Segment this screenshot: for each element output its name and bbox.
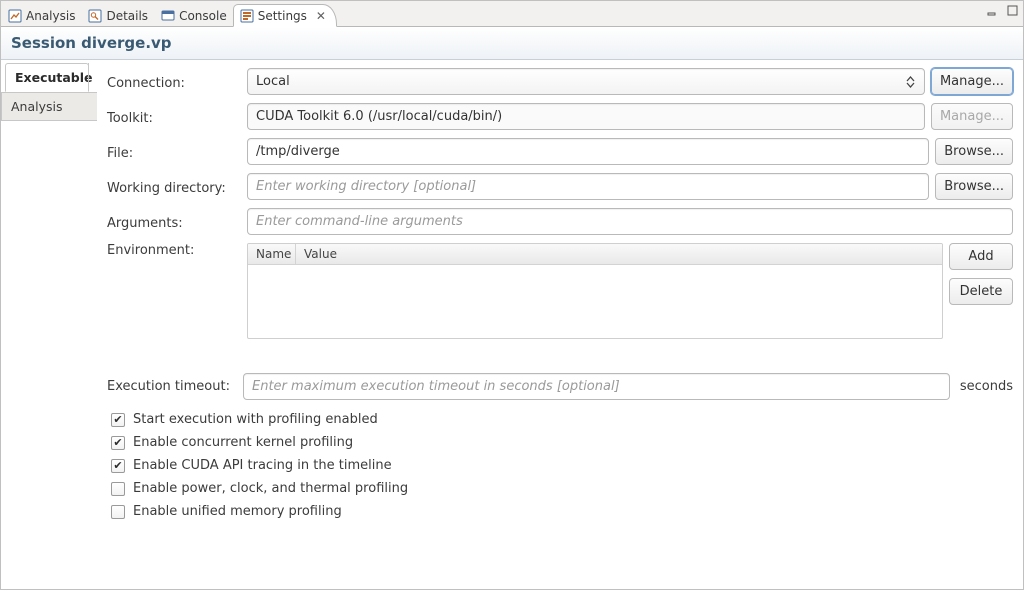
chk-label: Enable unified memory profiling [133, 504, 342, 519]
environment-table[interactable]: Name Value [247, 243, 943, 339]
label-arguments: Arguments: [107, 212, 241, 231]
executable-form: Connection: Local Manage... Toolkit: CUD… [97, 60, 1023, 589]
browse-file-button[interactable]: Browse... [935, 138, 1013, 165]
details-icon [88, 9, 102, 23]
arguments-placeholder: Enter command-line arguments [256, 214, 463, 229]
environment-table-header: Name Value [248, 244, 942, 265]
checkbox-icon [111, 413, 125, 427]
timeout-field[interactable]: Enter maximum execution timeout in secon… [243, 373, 950, 400]
checkbox-icon [111, 459, 125, 473]
timeout-unit: seconds [956, 379, 1013, 394]
sidebar: Executable Analysis [1, 60, 97, 589]
chk-unified-memory[interactable]: Enable unified memory profiling [111, 504, 1013, 519]
maximize-icon[interactable] [1005, 4, 1019, 17]
chk-power-clock-thermal[interactable]: Enable power, clock, and thermal profili… [111, 481, 1013, 496]
timeout-placeholder: Enter maximum execution timeout in secon… [252, 379, 620, 394]
tab-label: Console [179, 9, 227, 23]
env-delete-button[interactable]: Delete [949, 278, 1013, 305]
file-value: /tmp/diverge [256, 144, 340, 159]
toolkit-value: CUDA Toolkit 6.0 (/usr/local/cuda/bin/) [256, 109, 502, 124]
browse-workdir-button[interactable]: Browse... [935, 173, 1013, 200]
row-workdir: Working directory: Enter working directo… [107, 173, 1013, 200]
row-connection: Connection: Local Manage... [107, 68, 1013, 95]
tab-label: Analysis [26, 9, 75, 23]
tab-console[interactable]: Console [154, 4, 237, 26]
env-col-value[interactable]: Value [296, 244, 942, 264]
arguments-field[interactable]: Enter command-line arguments [247, 208, 1013, 235]
checkbox-icon [111, 436, 125, 450]
close-icon[interactable]: ✕ [315, 9, 327, 23]
chk-label: Enable CUDA API tracing in the timeline [133, 458, 392, 473]
label-toolkit: Toolkit: [107, 107, 241, 126]
settings-view: Analysis Details Console Settings ✕ [0, 0, 1024, 590]
manage-connection-button[interactable]: Manage... [931, 68, 1013, 95]
chk-label: Start execution with profiling enabled [133, 412, 378, 427]
settings-session-icon [240, 9, 254, 23]
row-toolkit: Toolkit: CUDA Toolkit 6.0 (/usr/local/cu… [107, 103, 1013, 130]
env-add-button[interactable]: Add [949, 243, 1013, 270]
row-environment: Environment: Name Value Add Delete [107, 243, 1013, 339]
page-title: Session diverge.vp [1, 27, 1023, 60]
spinner-icon [902, 72, 920, 92]
row-file: File: /tmp/diverge Browse... [107, 138, 1013, 165]
sidebar-item-executable[interactable]: Executable [5, 63, 89, 92]
tab-details[interactable]: Details [81, 4, 158, 26]
tab-analysis[interactable]: Analysis [1, 4, 85, 26]
chk-cuda-api-tracing[interactable]: Enable CUDA API tracing in the timeline [111, 458, 1013, 473]
label-environment: Environment: [107, 243, 241, 258]
label-connection: Connection: [107, 72, 241, 91]
checkbox-group: Start execution with profiling enabled E… [111, 412, 1013, 519]
sidebar-item-label: Executable [15, 70, 93, 85]
workdir-field[interactable]: Enter working directory [optional] [247, 173, 929, 200]
sidebar-item-label: Analysis [11, 99, 63, 114]
main-area: Executable Analysis Connection: Local Ma… [1, 60, 1023, 589]
row-arguments: Arguments: Enter command-line arguments [107, 208, 1013, 235]
sidebar-item-analysis[interactable]: Analysis [1, 92, 97, 121]
view-control-buttons [985, 4, 1019, 17]
chk-label: Enable concurrent kernel profiling [133, 435, 353, 450]
file-field[interactable]: /tmp/diverge [247, 138, 929, 165]
workdir-placeholder: Enter working directory [optional] [256, 179, 476, 194]
tab-bar: Analysis Details Console Settings ✕ [1, 1, 1023, 27]
tab-settings[interactable]: Settings ✕ [233, 4, 337, 27]
env-col-name[interactable]: Name [248, 244, 296, 264]
tab-label: Settings [258, 9, 307, 23]
chk-concurrent-kernel[interactable]: Enable concurrent kernel profiling [111, 435, 1013, 450]
label-workdir: Working directory: [107, 177, 241, 196]
toolkit-field[interactable]: CUDA Toolkit 6.0 (/usr/local/cuda/bin/) [247, 103, 925, 130]
analysis-icon [8, 9, 22, 23]
checkbox-icon [111, 505, 125, 519]
console-icon [161, 9, 175, 23]
tab-label: Details [106, 9, 148, 23]
manage-toolkit-button: Manage... [931, 103, 1013, 130]
row-timeout: Execution timeout: Enter maximum executi… [107, 373, 1013, 400]
connection-combo[interactable]: Local [247, 68, 925, 95]
connection-value: Local [256, 74, 290, 89]
checkbox-icon [111, 482, 125, 496]
label-file: File: [107, 142, 241, 161]
chk-label: Enable power, clock, and thermal profili… [133, 481, 408, 496]
label-timeout: Execution timeout: [107, 379, 237, 394]
minimize-icon[interactable] [985, 4, 999, 17]
chk-profiling-enabled[interactable]: Start execution with profiling enabled [111, 412, 1013, 427]
